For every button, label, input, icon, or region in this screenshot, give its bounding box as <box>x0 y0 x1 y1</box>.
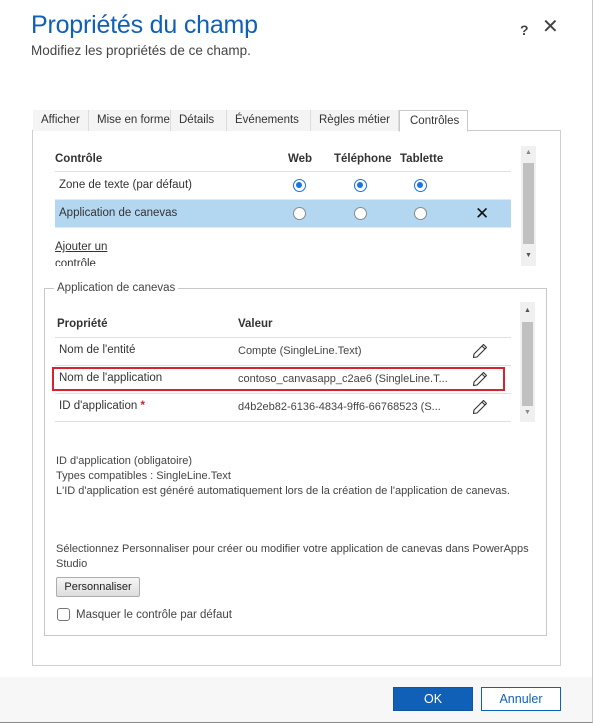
info-line: L'ID d'application est généré automatiqu… <box>56 485 510 497</box>
column-header-property: Propriété <box>57 318 108 330</box>
info-line: Types compatibles : SingleLine.Text <box>56 470 231 482</box>
phone-radio[interactable] <box>354 207 367 220</box>
edit-pencil-icon[interactable] <box>472 343 488 359</box>
property-value: d4b2eb82-6136-4834-9ff6-66768523 (S... <box>238 401 441 413</box>
property-name-text: ID d'application <box>59 400 138 412</box>
ok-button[interactable]: OK <box>393 687 473 711</box>
tab-bar: Afficher Mise en forme Détails Événement… <box>33 110 468 132</box>
tab-afficher[interactable]: Afficher <box>33 110 89 131</box>
column-header-tablet: Tablette <box>400 153 444 165</box>
tab-details[interactable]: Détails <box>171 110 227 131</box>
property-value: Compte (SingleLine.Text) <box>238 345 362 357</box>
web-radio[interactable] <box>293 179 306 192</box>
control-label: Application de canevas <box>59 207 178 219</box>
tab-regles-metier[interactable]: Règles métier <box>311 110 399 131</box>
info-line: ID d'application (obligatoire) <box>56 455 193 467</box>
phone-radio[interactable] <box>354 179 367 192</box>
tablet-radio[interactable] <box>414 179 427 192</box>
scroll-up-arrow-icon[interactable]: ▲ <box>521 149 536 156</box>
required-marker: * <box>140 400 145 412</box>
property-row-entity-name[interactable]: Nom de l'entité Compte (SingleLine.Text) <box>55 338 511 366</box>
edit-pencil-icon[interactable] <box>472 399 488 415</box>
dialog-subtitle: Modifiez les propriétés de ce champ. <box>31 43 251 58</box>
properties-table-header: Propriété Valeur <box>55 314 511 338</box>
hide-default-control-option[interactable]: Masquer le contrôle par défaut <box>57 608 232 621</box>
hide-default-checkbox[interactable] <box>57 608 70 621</box>
scroll-down-arrow-icon[interactable]: ▼ <box>521 252 536 259</box>
properties-table: Propriété Valeur Nom de l'entité Compte … <box>55 314 511 422</box>
properties-scrollbar[interactable]: ▲ ▼ <box>520 302 535 422</box>
scroll-up-arrow-icon[interactable]: ▲ <box>520 307 535 314</box>
controls-scrollbar[interactable]: ▲ ▼ <box>521 146 536 266</box>
property-info: ID d'application (obligatoire) Types com… <box>56 454 510 499</box>
property-name: Nom de l'application <box>59 372 163 384</box>
hide-default-label: Masquer le contrôle par défaut <box>76 608 232 621</box>
scrollbar-thumb[interactable] <box>522 322 533 406</box>
cancel-button[interactable]: Annuler <box>481 687 561 711</box>
add-control-link[interactable]: Ajouter un contrôle <box>55 239 115 266</box>
edit-pencil-icon[interactable] <box>472 371 488 387</box>
tab-mise-en-forme[interactable]: Mise en forme <box>89 110 171 131</box>
column-header-phone: Téléphone <box>334 153 392 165</box>
scroll-down-arrow-icon[interactable]: ▼ <box>520 409 535 416</box>
field-properties-dialog: Propriétés du champ Modifiez les proprié… <box>0 0 593 723</box>
control-label: Zone de texte (par défaut) <box>59 179 192 191</box>
property-row-app-name[interactable]: Nom de l'application contoso_canvasapp_c… <box>55 366 511 394</box>
column-header-web: Web <box>288 153 313 165</box>
close-icon[interactable]: ✕ <box>542 17 559 37</box>
property-name: Nom de l'entité <box>59 344 136 356</box>
controls-table: Contrôle Web Téléphone Tablette Zone de … <box>55 150 511 228</box>
remove-control-icon[interactable]: ✕ <box>475 204 489 224</box>
dialog-title: Propriétés du champ <box>31 11 258 39</box>
tab-controles[interactable]: Contrôles <box>399 110 468 132</box>
property-row-app-id[interactable]: ID d'application * d4b2eb82-6136-4834-9f… <box>55 394 511 422</box>
controls-table-header: Contrôle Web Téléphone Tablette <box>55 150 511 172</box>
canvas-app-legend: Application de canevas <box>54 282 179 294</box>
control-row-textbox[interactable]: Zone de texte (par défaut) <box>55 172 511 200</box>
column-header-control: Contrôle <box>55 153 103 165</box>
scrollbar-thumb[interactable] <box>523 163 534 244</box>
tab-evenements[interactable]: Événements <box>227 110 311 131</box>
help-icon[interactable]: ? <box>520 22 529 38</box>
property-value: contoso_canvasapp_c2ae6 (SingleLine.T... <box>238 373 448 385</box>
customize-button[interactable]: Personnaliser <box>56 577 140 597</box>
property-name: ID d'application * <box>59 400 145 412</box>
control-row-canvas-app[interactable]: Application de canevas ✕ <box>55 200 511 228</box>
tablet-radio[interactable] <box>414 207 427 220</box>
column-header-value: Valeur <box>238 318 273 330</box>
customize-hint: Sélectionnez Personnaliser pour créer ou… <box>56 543 529 570</box>
web-radio[interactable] <box>293 207 306 220</box>
